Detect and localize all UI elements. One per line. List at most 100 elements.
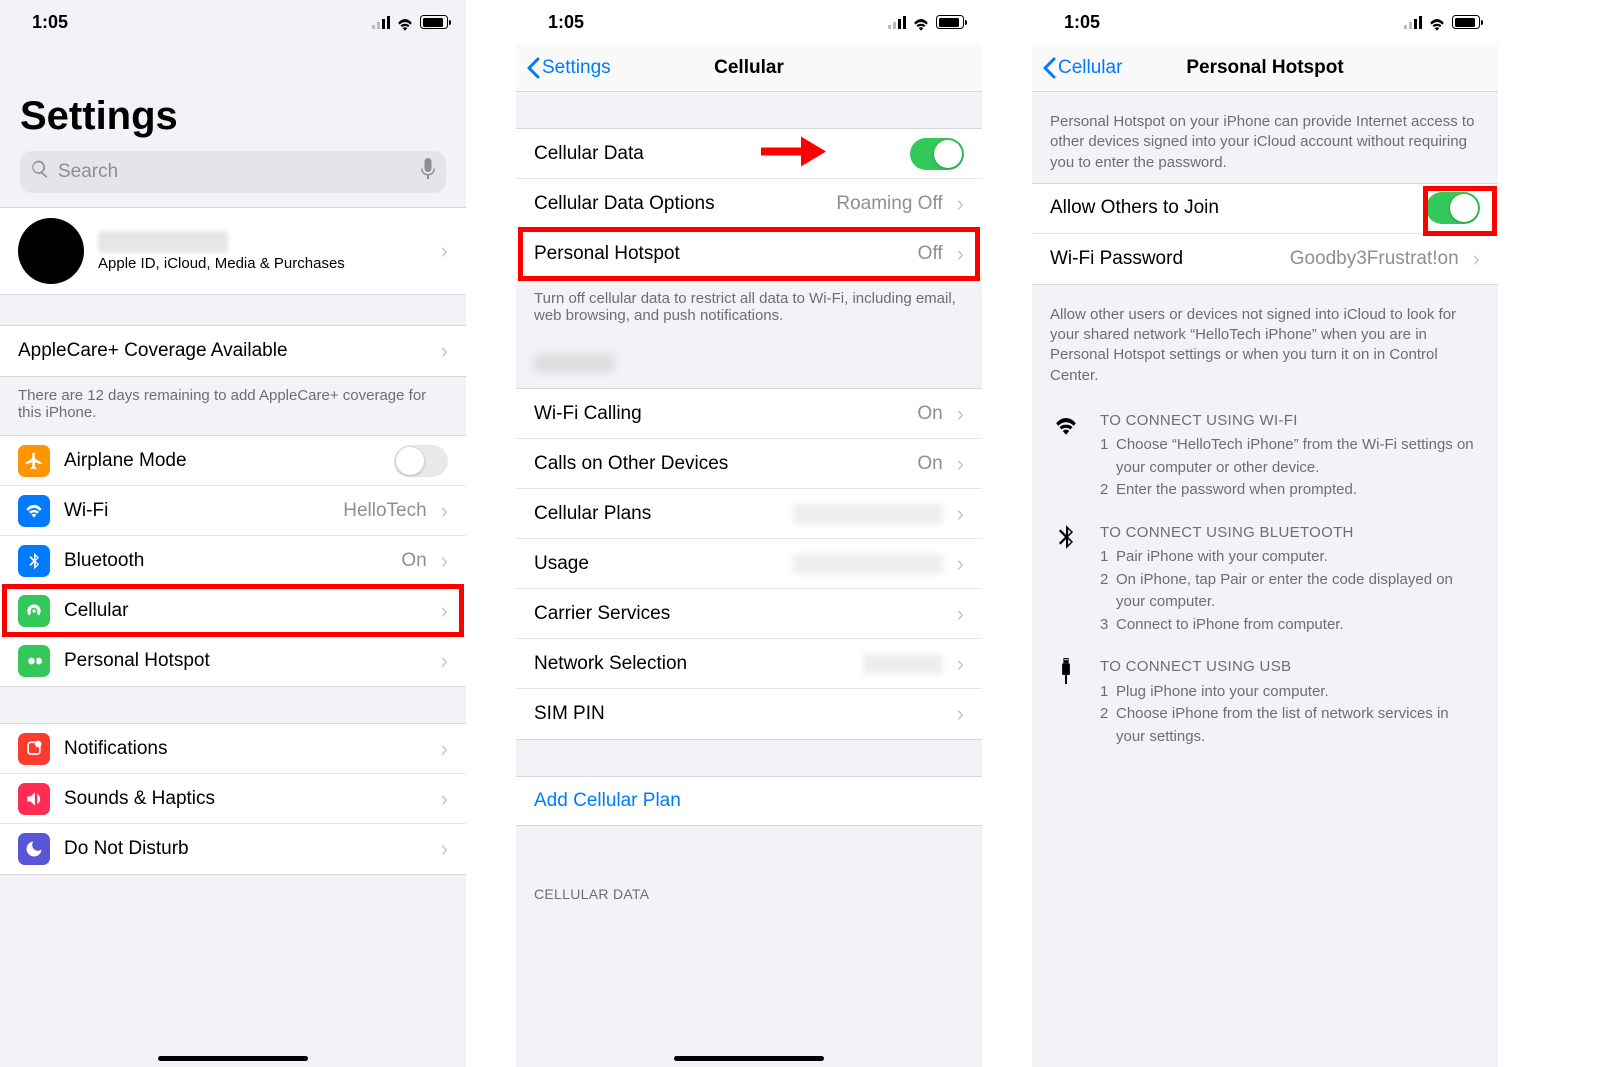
back-button[interactable]: Cellular bbox=[1042, 57, 1122, 79]
screen-hotspot: 1:05 Cellular Personal Hotspot Personal … bbox=[1032, 0, 1498, 1067]
add-cellular-plan-button[interactable]: Add Cellular Plan bbox=[516, 776, 982, 826]
chevron-right-icon: › bbox=[957, 451, 964, 477]
allow-others-note: Allow other users or devices not signed … bbox=[1032, 285, 1498, 396]
sounds-icon bbox=[18, 783, 50, 815]
status-time: 1:05 bbox=[18, 12, 68, 33]
status-bar: 1:05 bbox=[0, 0, 466, 44]
wifi-row[interactable]: Wi-Fi HelloTech › bbox=[0, 486, 466, 536]
chevron-right-icon: › bbox=[441, 736, 448, 762]
status-time: 1:05 bbox=[1050, 12, 1100, 33]
screen-settings: 1:05 Settings Search Apple ID, iCloud, M… bbox=[0, 0, 466, 1067]
red-arrow-annotation bbox=[756, 131, 826, 176]
mic-icon[interactable] bbox=[420, 158, 436, 186]
nav-bar: Cellular Personal Hotspot bbox=[1032, 44, 1498, 92]
allow-others-row[interactable]: Allow Others to Join bbox=[1032, 184, 1498, 234]
cellular-icon bbox=[18, 595, 50, 627]
wifi-icon bbox=[18, 495, 50, 527]
connect-bluetooth-section: TO CONNECT USING BLUETOOTH 1Pair iPhone … bbox=[1032, 508, 1498, 643]
avatar bbox=[18, 218, 84, 284]
signal-icon bbox=[1404, 15, 1422, 29]
battery-icon bbox=[1452, 15, 1480, 29]
connect-usb-section: TO CONNECT USING USB 1Plug iPhone into y… bbox=[1032, 642, 1498, 754]
apple-id-subtitle: Apple ID, iCloud, Media & Purchases bbox=[98, 255, 345, 272]
hotspot-intro: Personal Hotspot on your iPhone can prov… bbox=[1032, 92, 1498, 183]
airplane-mode-row[interactable]: Airplane Mode bbox=[0, 436, 466, 486]
chevron-right-icon: › bbox=[957, 551, 964, 577]
apple-id-name-redacted bbox=[98, 231, 228, 253]
notifications-row[interactable]: Notifications › bbox=[0, 724, 466, 774]
redacted-carrier bbox=[534, 354, 614, 372]
hotspot-row[interactable]: Personal Hotspot › bbox=[0, 636, 466, 686]
chevron-right-icon: › bbox=[1473, 246, 1480, 272]
carrier-services-row[interactable]: Carrier Services › bbox=[516, 589, 982, 639]
status-time: 1:05 bbox=[534, 12, 584, 33]
calls-other-devices-row[interactable]: Calls on Other Devices On › bbox=[516, 439, 982, 489]
dnd-icon bbox=[18, 833, 50, 865]
home-indicator bbox=[674, 1056, 824, 1061]
battery-icon bbox=[420, 15, 448, 29]
apple-id-row[interactable]: Apple ID, iCloud, Media & Purchases › bbox=[0, 208, 466, 294]
sounds-row[interactable]: Sounds & Haptics › bbox=[0, 774, 466, 824]
chevron-right-icon: › bbox=[957, 651, 964, 677]
status-bar: 1:05 bbox=[1032, 0, 1498, 44]
search-icon bbox=[30, 159, 50, 185]
chevron-right-icon: › bbox=[441, 786, 448, 812]
personal-hotspot-row[interactable]: Personal Hotspot Off › bbox=[516, 229, 982, 279]
status-bar: 1:05 bbox=[516, 0, 982, 44]
airplane-icon bbox=[18, 445, 50, 477]
redacted-value bbox=[793, 554, 943, 574]
bluetooth-icon bbox=[18, 545, 50, 577]
cellular-row[interactable]: Cellular › bbox=[0, 586, 466, 636]
usage-row[interactable]: Usage › bbox=[516, 539, 982, 589]
chevron-right-icon: › bbox=[441, 548, 448, 574]
cellular-plans-row[interactable]: Cellular Plans › bbox=[516, 489, 982, 539]
back-button[interactable]: Settings bbox=[526, 57, 611, 79]
chevron-right-icon: › bbox=[441, 238, 448, 264]
airplane-toggle[interactable] bbox=[394, 445, 448, 477]
network-selection-row[interactable]: Network Selection › bbox=[516, 639, 982, 689]
wifi-icon bbox=[1050, 410, 1082, 438]
cellular-data-toggle[interactable] bbox=[910, 138, 964, 170]
chevron-right-icon: › bbox=[957, 401, 964, 427]
wifi-icon bbox=[396, 15, 414, 29]
dnd-row[interactable]: Do Not Disturb › bbox=[0, 824, 466, 874]
page-title: Settings bbox=[0, 44, 466, 151]
chevron-right-icon: › bbox=[441, 498, 448, 524]
chevron-right-icon: › bbox=[957, 241, 964, 267]
cellular-data-options-row[interactable]: Cellular Data Options Roaming Off › bbox=[516, 179, 982, 229]
home-indicator bbox=[158, 1056, 308, 1061]
nav-bar: Settings Cellular bbox=[516, 44, 982, 92]
notifications-icon bbox=[18, 733, 50, 765]
wifi-calling-row[interactable]: Wi-Fi Calling On › bbox=[516, 389, 982, 439]
usb-icon bbox=[1050, 656, 1082, 684]
search-input[interactable]: Search bbox=[20, 151, 446, 193]
signal-icon bbox=[372, 15, 390, 29]
chevron-right-icon: › bbox=[441, 648, 448, 674]
redacted-value bbox=[793, 504, 943, 524]
chevron-right-icon: › bbox=[957, 501, 964, 527]
chevron-right-icon: › bbox=[957, 601, 964, 627]
cellular-data-note: Turn off cellular data to restrict all d… bbox=[516, 280, 982, 338]
wifi-icon bbox=[1428, 15, 1446, 29]
section-header-cellular-data: CELLULAR DATA bbox=[516, 866, 982, 908]
connect-wifi-section: TO CONNECT USING WI-FI 1Choose “HelloTec… bbox=[1032, 396, 1498, 508]
chevron-left-icon bbox=[526, 57, 540, 79]
battery-icon bbox=[936, 15, 964, 29]
chevron-right-icon: › bbox=[957, 701, 964, 727]
hotspot-icon bbox=[18, 645, 50, 677]
bluetooth-row[interactable]: Bluetooth On › bbox=[0, 536, 466, 586]
wifi-icon bbox=[912, 15, 930, 29]
allow-others-toggle[interactable] bbox=[1426, 192, 1480, 224]
redacted-value bbox=[863, 654, 943, 674]
search-placeholder: Search bbox=[58, 161, 412, 183]
wifi-password-row[interactable]: Wi-Fi Password Goodby3Frustrat!on › bbox=[1032, 234, 1498, 284]
chevron-left-icon bbox=[1042, 57, 1056, 79]
sim-pin-row[interactable]: SIM PIN › bbox=[516, 689, 982, 739]
applecare-row[interactable]: AppleCare+ Coverage Available › bbox=[0, 326, 466, 376]
chevron-right-icon: › bbox=[441, 598, 448, 624]
cellular-data-row[interactable]: Cellular Data bbox=[516, 129, 982, 179]
applecare-note: There are 12 days remaining to add Apple… bbox=[0, 377, 466, 435]
chevron-right-icon: › bbox=[441, 836, 448, 862]
screen-cellular: 1:05 Settings Cellular Cellular Data Cel… bbox=[516, 0, 982, 1067]
chevron-right-icon: › bbox=[441, 338, 448, 364]
